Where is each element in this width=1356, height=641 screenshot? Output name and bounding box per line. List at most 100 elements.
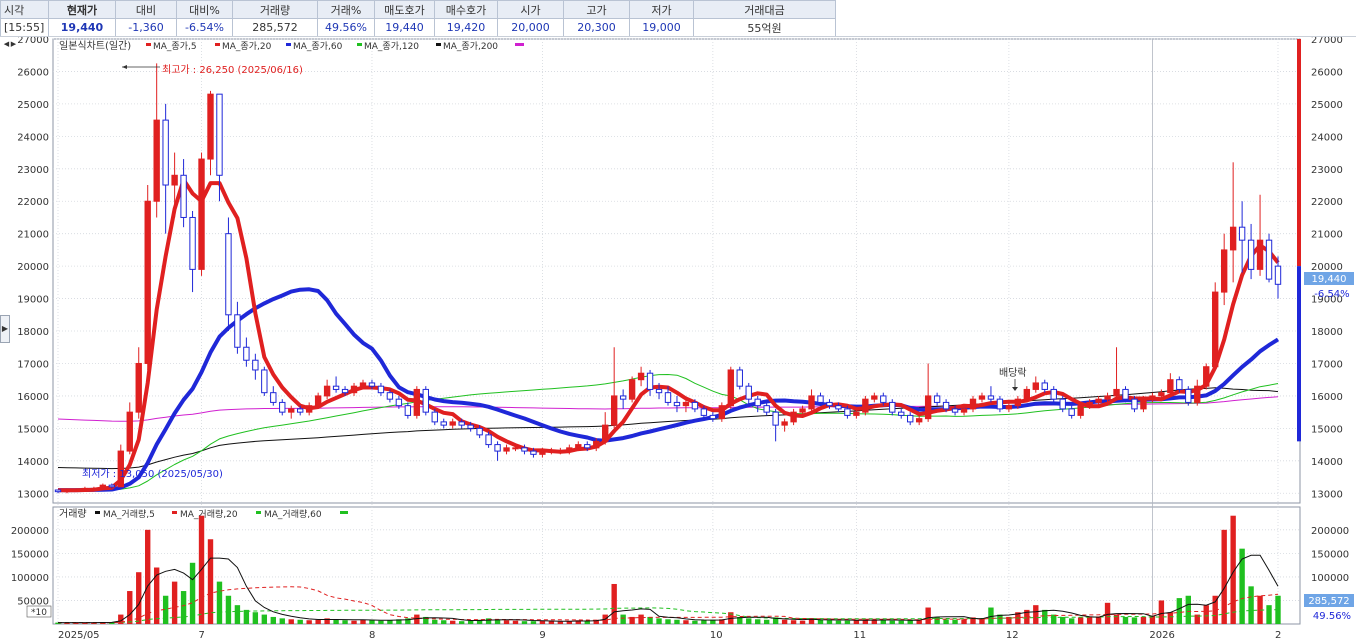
volume-bar bbox=[342, 620, 348, 624]
time-tick-label: 2026 bbox=[1149, 630, 1174, 641]
volume-bar bbox=[952, 619, 958, 624]
volume-tick-left: 200000 bbox=[11, 526, 49, 537]
candle-body bbox=[593, 440, 600, 449]
candle-body bbox=[494, 444, 501, 452]
volume-bar bbox=[1122, 616, 1129, 624]
candle-body bbox=[395, 398, 403, 407]
volume-bar bbox=[145, 529, 151, 624]
candle-body bbox=[1041, 382, 1048, 390]
header-change[interactable]: 대비 bbox=[115, 0, 177, 19]
volume-bar bbox=[763, 619, 770, 624]
volume-tick-right: 100000 bbox=[1311, 573, 1349, 584]
candle-body bbox=[225, 233, 232, 316]
candle-body bbox=[871, 395, 878, 400]
volume-bar bbox=[467, 620, 474, 624]
header-high[interactable]: 고가 bbox=[563, 0, 630, 19]
volume-bar bbox=[826, 620, 833, 624]
volume-bar bbox=[1077, 617, 1084, 624]
candle-body bbox=[1032, 382, 1039, 390]
volume-legend: 거래량 MA_거래량,5 MA_거래량,20 MA_거래량,60 bbox=[59, 508, 348, 520]
value-bid: 19,420 bbox=[434, 18, 498, 37]
candle-body bbox=[81, 487, 89, 491]
candle-body bbox=[575, 444, 582, 449]
volume-bar bbox=[360, 619, 366, 624]
header-open[interactable]: 시가 bbox=[497, 0, 564, 19]
price-tick-left: 13000 bbox=[17, 489, 49, 500]
price-tick-right: 16000 bbox=[1311, 392, 1343, 403]
candle bbox=[422, 386, 429, 416]
candle-body bbox=[1077, 405, 1084, 416]
legend-swatch-extra bbox=[515, 43, 524, 46]
value-trade-value: 55억원 bbox=[693, 18, 836, 37]
volume-bar bbox=[225, 595, 232, 624]
candle-body bbox=[216, 93, 223, 176]
candle-body bbox=[745, 385, 752, 400]
candle-body bbox=[1014, 398, 1022, 407]
price-tick-left: 21000 bbox=[17, 230, 49, 241]
header-low[interactable]: 저가 bbox=[629, 0, 694, 19]
volume-bar bbox=[1068, 618, 1075, 624]
volume-bar bbox=[1221, 529, 1227, 624]
volume-bar bbox=[835, 620, 842, 624]
candle-body bbox=[368, 382, 376, 387]
chart-area[interactable]: 13000 13000 14000 14000 15000 15000 16000 16000… bbox=[0, 37, 1356, 641]
header-trade-value[interactable]: 거래대금 bbox=[693, 0, 836, 19]
candle-body bbox=[404, 405, 412, 416]
volume-bar bbox=[961, 619, 967, 624]
candle-body bbox=[880, 395, 887, 403]
candle-body bbox=[799, 408, 806, 413]
volume-bar bbox=[351, 620, 357, 624]
price-tick-right: 26000 bbox=[1311, 67, 1343, 78]
candle-body bbox=[835, 405, 842, 410]
candle-body bbox=[377, 385, 385, 394]
candle-body bbox=[449, 421, 456, 426]
candle-body bbox=[252, 359, 259, 371]
candle-body bbox=[503, 447, 510, 452]
candle-body bbox=[673, 401, 681, 407]
candle-body bbox=[1167, 379, 1174, 394]
legend-vol-ma60: MA_거래량,60 bbox=[264, 508, 322, 520]
candle-body bbox=[54, 489, 62, 493]
volume-bar bbox=[620, 614, 626, 624]
candle bbox=[144, 185, 151, 370]
range-bar-down bbox=[1297, 266, 1301, 442]
volume-bar bbox=[153, 567, 160, 624]
candle-body bbox=[512, 447, 519, 450]
candle-body bbox=[305, 405, 313, 413]
candle-body bbox=[960, 408, 968, 413]
volume-bar bbox=[1140, 616, 1147, 624]
price-tick-right: 22000 bbox=[1311, 197, 1343, 208]
candle-body bbox=[1023, 388, 1031, 400]
volume-bar bbox=[288, 619, 294, 624]
header-bid[interactable]: 매수호가 bbox=[434, 0, 498, 19]
candle-body bbox=[1113, 388, 1120, 397]
volume-bar bbox=[692, 620, 698, 624]
candle-body bbox=[270, 392, 277, 403]
candle-body bbox=[557, 450, 564, 453]
header-change-pct[interactable]: 대비% bbox=[176, 0, 233, 19]
candle-body bbox=[754, 398, 761, 407]
candle-body bbox=[898, 411, 905, 416]
header-volume-pct[interactable]: 거래% bbox=[317, 0, 375, 19]
candle-body bbox=[126, 411, 133, 452]
value-current-price: 19,440 bbox=[48, 18, 116, 37]
value-ask: 19,440 bbox=[374, 18, 435, 37]
legend-ma60: MA_종가,60 bbox=[293, 41, 343, 52]
volume-bar bbox=[638, 614, 644, 624]
candle-body bbox=[933, 395, 941, 403]
candle-body bbox=[628, 379, 636, 400]
volume-bar bbox=[1266, 605, 1272, 624]
header-volume[interactable]: 거래량 bbox=[232, 0, 318, 19]
candle-body bbox=[135, 362, 142, 413]
candle-body bbox=[584, 444, 591, 449]
header-ask[interactable]: 매도호가 bbox=[374, 0, 435, 19]
value-volume: 285,572 bbox=[232, 18, 318, 37]
header-current-price[interactable]: 현재가 bbox=[48, 0, 116, 19]
volume-bar bbox=[817, 619, 824, 624]
header-time[interactable]: 시각 bbox=[0, 0, 49, 19]
panel-toggle-button[interactable]: ▶ bbox=[0, 315, 10, 343]
candle-body bbox=[907, 414, 914, 423]
volume-bar bbox=[270, 616, 276, 624]
candle-body bbox=[1220, 249, 1228, 293]
candle-body bbox=[234, 314, 241, 348]
